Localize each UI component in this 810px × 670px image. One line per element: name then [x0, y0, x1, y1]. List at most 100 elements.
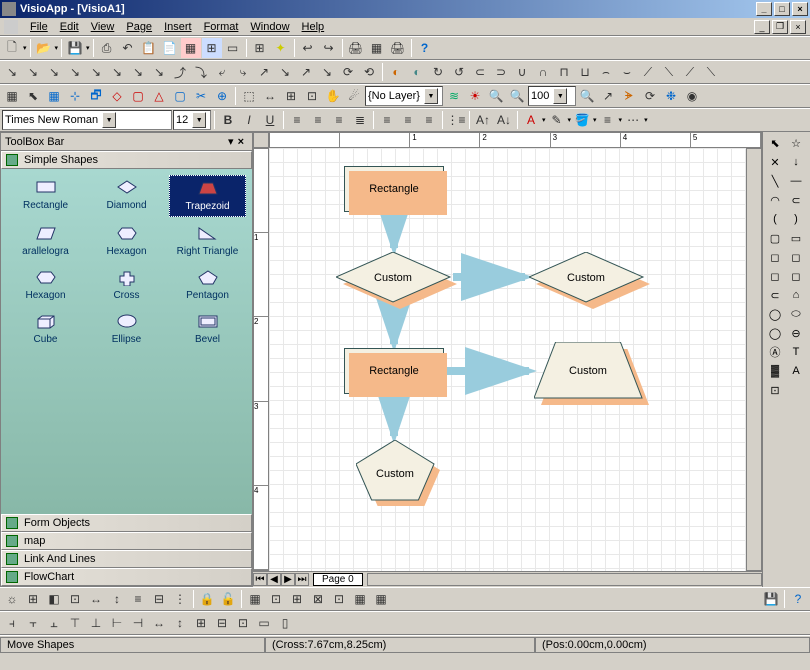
align-right-button[interactable]: ≡ — [329, 110, 349, 130]
page-tab[interactable]: Page 0 — [313, 573, 363, 586]
close-button[interactable]: × — [792, 2, 808, 16]
canvas-shape-rect[interactable]: Rectangle — [344, 348, 444, 394]
tool-btn[interactable]: ⎙ — [97, 38, 117, 58]
scrollbar-vertical[interactable] — [746, 148, 762, 571]
conn-btn[interactable]: ⌣ — [617, 62, 637, 82]
tool-btn[interactable]: ⊞ — [202, 38, 222, 58]
conn-btn[interactable]: ∩ — [533, 62, 553, 82]
align-left-button[interactable]: ≡ — [287, 110, 307, 130]
align-tool[interactable]: ⊥ — [86, 613, 106, 633]
conn-btn[interactable]: ⊂ — [470, 62, 490, 82]
align-tool[interactable]: ⊟ — [212, 613, 232, 633]
tool-btn[interactable]: 🖨 — [388, 38, 408, 58]
conn-btn[interactable]: ↺ — [449, 62, 469, 82]
btool[interactable]: ⊟ — [149, 589, 169, 609]
conn-btn[interactable]: ↘ — [86, 62, 106, 82]
draw-tool[interactable]: — — [786, 172, 806, 190]
draw-tool[interactable]: ◯ — [765, 305, 785, 323]
tool-btn[interactable]: ◉ — [682, 86, 702, 106]
help-icon[interactable]: ? — [788, 589, 808, 609]
btool[interactable]: ⋮ — [170, 589, 190, 609]
bullets-button[interactable]: ⋮≡ — [446, 110, 466, 130]
conn-btn[interactable]: ⟋ — [638, 62, 658, 82]
tool-btn[interactable]: 📄 — [160, 38, 180, 58]
btool[interactable]: ⊠ — [308, 589, 328, 609]
btool[interactable]: ↕ — [107, 589, 127, 609]
tool-btn[interactable]: ▢ — [170, 86, 190, 106]
draw-tool[interactable]: ◻ — [786, 267, 806, 285]
conn-btn[interactable]: ⟍ — [701, 62, 721, 82]
conn-btn[interactable]: ◐ — [407, 62, 427, 82]
tool-btn[interactable]: ▦ — [2, 86, 22, 106]
font-dec-button[interactable]: A↓ — [494, 110, 514, 130]
btool[interactable]: ≡ — [128, 589, 148, 609]
tool-btn[interactable]: △ — [149, 86, 169, 106]
italic-button[interactable]: I — [239, 110, 259, 130]
tool-btn[interactable]: ⊞ — [281, 86, 301, 106]
redo-button[interactable]: ↪ — [319, 38, 339, 58]
maximize-button[interactable]: □ — [774, 2, 790, 16]
shape-stencil-diamond[interactable]: Diamond — [88, 175, 165, 217]
conn-btn[interactable]: ◐ — [386, 62, 406, 82]
tool-btn[interactable]: ▭ — [223, 38, 243, 58]
shape-stencil-rectangle[interactable]: Rectangle — [7, 175, 84, 217]
pan-button[interactable]: ✋ — [323, 86, 343, 106]
align-tool[interactable]: ⊢ — [107, 613, 127, 633]
help-button[interactable]: ? — [415, 38, 435, 58]
draw-tool[interactable]: ( — [765, 210, 785, 228]
tool-btn[interactable]: ☀ — [465, 86, 485, 106]
conn-btn[interactable]: ⟍ — [659, 62, 679, 82]
tool-btn[interactable]: ✦ — [271, 38, 291, 58]
btool[interactable]: ⊞ — [287, 589, 307, 609]
grid-button[interactable]: ▦ — [44, 86, 64, 106]
new-button[interactable]: 🗋 — [2, 38, 22, 58]
draw-tool[interactable]: ⌂ — [786, 286, 806, 304]
toolbox-cat-simple-shapes[interactable]: Simple Shapes — [1, 151, 252, 169]
draw-tool[interactable]: Ⓐ — [765, 343, 785, 361]
tool-btn[interactable]: ◇ — [107, 86, 127, 106]
btool[interactable]: 🔓 — [218, 589, 238, 609]
tool-btn[interactable]: ↔ — [260, 86, 280, 106]
menu-file[interactable]: File — [24, 21, 54, 33]
tool-btn[interactable]: ✂ — [191, 86, 211, 106]
canvas-shape-rect[interactable]: Rectangle — [344, 166, 444, 212]
draw-tool[interactable] — [786, 381, 806, 399]
draw-tool[interactable]: ▓ — [765, 362, 785, 380]
draw-tool[interactable]: ▭ — [786, 229, 806, 247]
draw-tool[interactable]: ⊖ — [786, 324, 806, 342]
shape-stencil-hexagon[interactable]: Hexagon — [7, 265, 84, 305]
conn-btn[interactable]: ⤶ — [212, 62, 232, 82]
linestyle-button[interactable]: ⋯ — [623, 110, 643, 130]
mdi-close[interactable]: × — [790, 20, 806, 34]
valign-button[interactable]: ≡ — [377, 110, 397, 130]
align-tool[interactable]: ⫠ — [44, 613, 64, 633]
align-tool[interactable]: ⫞ — [2, 613, 22, 633]
canvas-shape-trapezoid[interactable]: Custom — [534, 342, 650, 409]
tool-btn[interactable]: ⊹ — [65, 86, 85, 106]
draw-tool[interactable]: ╲ — [765, 172, 785, 190]
tool-btn[interactable]: ▦ — [367, 38, 387, 58]
align-tool[interactable]: ⊡ — [233, 613, 253, 633]
lineweight-button[interactable]: ≡ — [598, 110, 618, 130]
canvas-shape-pentagon[interactable]: Custom — [356, 440, 442, 511]
draw-tool[interactable]: ⊂ — [786, 191, 806, 209]
toolbox-cat-form-objects[interactable]: Form Objects — [1, 514, 252, 532]
conn-btn[interactable]: ↘ — [44, 62, 64, 82]
draw-tool[interactable]: ⊂ — [765, 286, 785, 304]
btool[interactable]: ⊡ — [65, 589, 85, 609]
draw-tool[interactable]: ☆ — [786, 134, 806, 152]
align-tool[interactable]: ⫟ — [23, 613, 43, 633]
scrollbar-horizontal[interactable] — [367, 573, 762, 586]
align-tool[interactable]: ⊞ — [191, 613, 211, 633]
conn-btn[interactable]: ⊓ — [554, 62, 574, 82]
tool-btn[interactable]: ❉ — [661, 86, 681, 106]
font-combo[interactable]: Times New Roman▼ — [2, 110, 172, 130]
shape-stencil-bevel[interactable]: Bevel — [169, 309, 246, 349]
valign-button[interactable]: ≡ — [398, 110, 418, 130]
shape-stencil-right-triangle[interactable]: Right Triangle — [169, 221, 246, 261]
bold-button[interactable]: B — [218, 110, 238, 130]
btool[interactable]: ⊞ — [23, 589, 43, 609]
underline-button[interactable]: U — [260, 110, 280, 130]
tool-btn[interactable]: 🗗 — [86, 86, 106, 106]
draw-tool[interactable]: ⊡ — [765, 381, 785, 399]
